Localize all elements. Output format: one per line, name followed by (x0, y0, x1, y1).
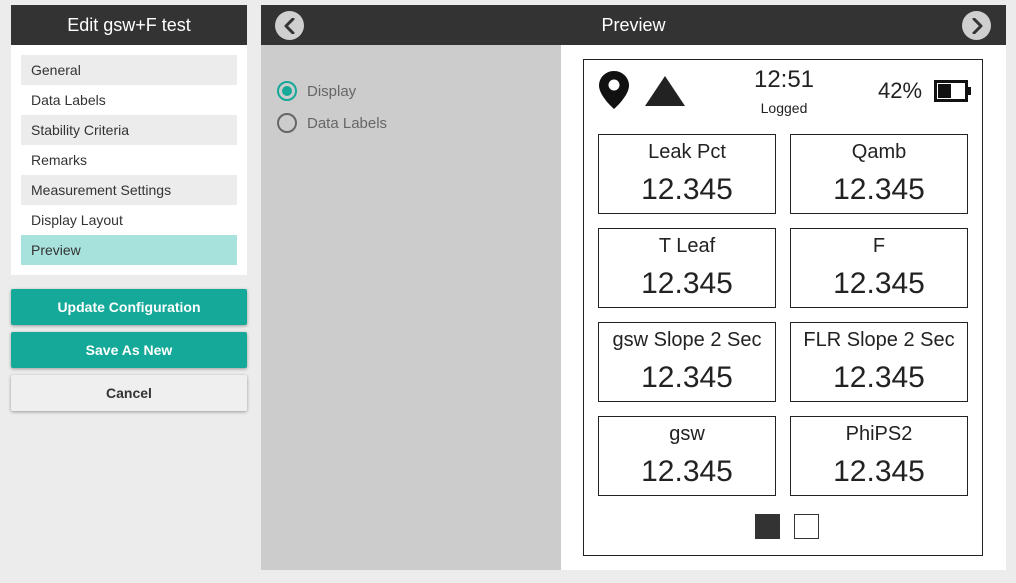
tile-label: Qamb (851, 141, 907, 163)
preview-area: 12:51 Logged 42% Leak Pct 12.345 Qamb 12… (561, 45, 1006, 570)
tile-label: PhiPS2 (845, 423, 913, 445)
tile-value: 12.345 (833, 173, 925, 206)
triangle-icon (645, 76, 685, 106)
tile-value: 12.345 (833, 361, 925, 394)
page-indicator-active[interactable] (755, 514, 780, 539)
measurement-tile: T Leaf 12.345 (598, 228, 776, 308)
nav-item-preview[interactable]: Preview (21, 235, 237, 265)
measurement-tile: PhiPS2 12.345 (790, 416, 968, 496)
nav-item-general[interactable]: General (21, 55, 237, 85)
measurement-tile: FLR Slope 2 Sec 12.345 (790, 322, 968, 402)
tile-label: gsw (669, 423, 705, 445)
nav-item-display-layout[interactable]: Display Layout (21, 205, 237, 235)
tile-label: T Leaf (658, 235, 716, 257)
measurement-tile: Qamb 12.345 (790, 134, 968, 214)
radio-label: Data Labels (307, 114, 388, 132)
nav-item-data-labels[interactable]: Data Labels (21, 85, 237, 115)
tile-value: 12.345 (641, 361, 733, 394)
page-title: Preview (601, 14, 666, 35)
nav-item-measurement-settings[interactable]: Measurement Settings (21, 175, 237, 205)
preview-header: Preview (261, 5, 1006, 45)
status-time: 12:51 (753, 66, 815, 93)
measurement-tile: gsw Slope 2 Sec 12.345 (598, 322, 776, 402)
update-configuration-button[interactable]: Update Configuration (11, 289, 247, 325)
left-panel: Edit gsw+F test General Data Labels Stab… (11, 5, 247, 411)
preview-options: Display Data Labels (261, 45, 561, 570)
previous-button[interactable] (275, 11, 304, 40)
config-nav: General Data Labels Stability Criteria R… (11, 45, 247, 275)
battery-percent: 42% (878, 78, 923, 103)
tile-value: 12.345 (641, 455, 733, 488)
device-screen: 12:51 Logged 42% Leak Pct 12.345 Qamb 12… (583, 59, 983, 556)
chevron-left-icon (284, 17, 294, 34)
tile-label: gsw Slope 2 Sec (612, 329, 762, 351)
tile-value: 12.345 (833, 455, 925, 488)
measurement-tile: gsw 12.345 (598, 416, 776, 496)
next-button[interactable] (962, 11, 991, 40)
location-pin-icon (599, 71, 629, 109)
status-logged: Logged (760, 100, 808, 116)
nav-item-stability-criteria[interactable]: Stability Criteria (21, 115, 237, 145)
radio-label: Display (307, 82, 357, 100)
tile-label: F (872, 235, 886, 257)
tile-value: 12.345 (833, 267, 925, 300)
radio-data-labels[interactable]: Data Labels (277, 113, 387, 133)
tile-value: 12.345 (641, 173, 733, 206)
radio-button-checked[interactable] (277, 81, 297, 101)
radio-display[interactable]: Display (277, 81, 356, 101)
tile-label: Leak Pct (648, 141, 726, 163)
nav-item-remarks[interactable]: Remarks (21, 145, 237, 175)
battery-icon (934, 80, 971, 102)
save-as-new-button[interactable]: Save As New (11, 332, 247, 368)
cancel-button[interactable]: Cancel (11, 375, 247, 411)
page-indicator-inactive[interactable] (794, 514, 819, 539)
radio-button-unchecked[interactable] (277, 113, 297, 133)
tile-value: 12.345 (641, 267, 733, 300)
chevron-right-icon (972, 17, 982, 34)
measurement-tile: F 12.345 (790, 228, 968, 308)
tile-label: FLR Slope 2 Sec (803, 329, 955, 351)
measurement-tile: Leak Pct 12.345 (598, 134, 776, 214)
config-title: Edit gsw+F test (11, 5, 247, 45)
